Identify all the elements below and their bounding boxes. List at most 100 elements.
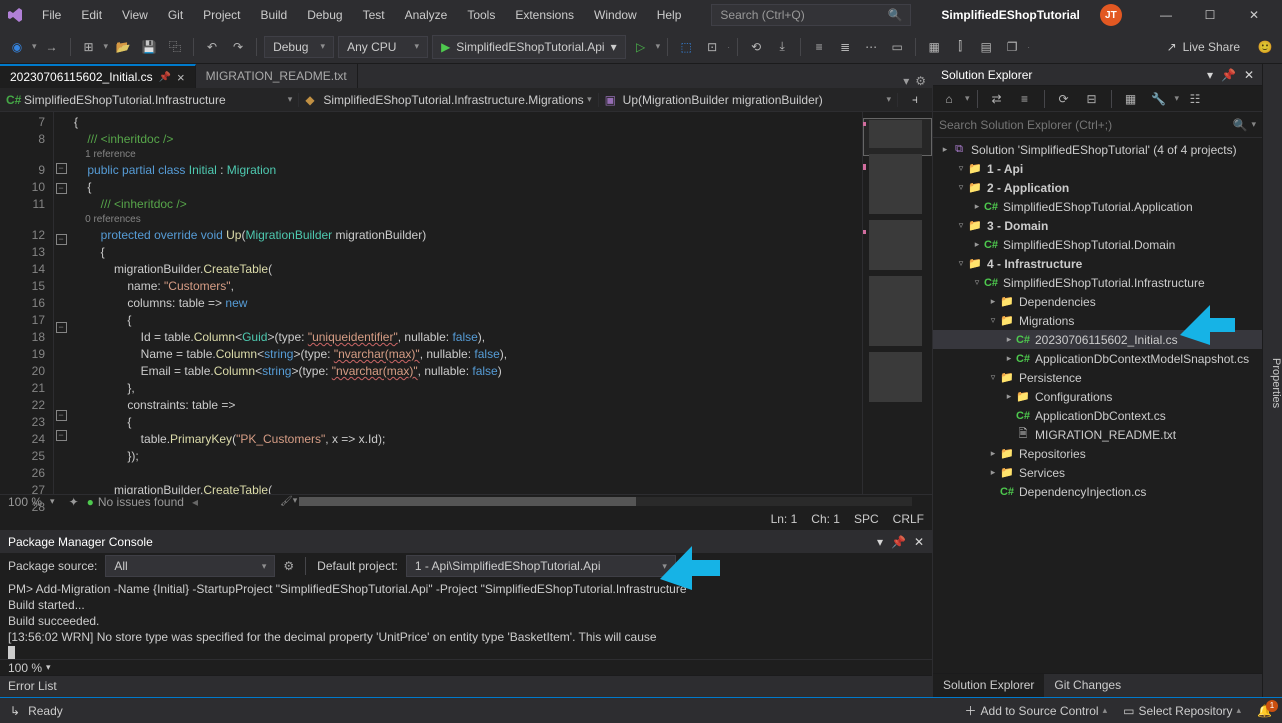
close-icon[interactable]: × xyxy=(177,71,185,84)
tree-node[interactable]: ▿📁Persistence xyxy=(933,368,1262,387)
tb-b[interactable]: ≣ xyxy=(834,36,856,58)
menu-tools[interactable]: Tools xyxy=(457,4,505,26)
error-list-tab[interactable]: Error List xyxy=(0,675,932,697)
config-combo[interactable]: Debug▾ xyxy=(264,36,334,58)
global-search[interactable]: Search (Ctrl+Q)🔍 xyxy=(711,4,911,26)
split-editor-icon[interactable]: ⫞ xyxy=(898,92,932,107)
home-icon[interactable]: ⌂ xyxy=(937,88,961,110)
gear-icon[interactable]: ⚙ xyxy=(283,559,294,573)
gear-icon[interactable]: ⚙ xyxy=(915,74,926,88)
close-icon[interactable]: ✕ xyxy=(914,535,924,549)
issues-indicator[interactable]: ●No issues found xyxy=(87,495,184,509)
tree-node[interactable]: ▸C#SimplifiedEShopTutorial.Domain xyxy=(933,235,1262,254)
line-ending[interactable]: CRLF xyxy=(893,512,924,526)
window-options-icon[interactable]: ▾ xyxy=(1207,68,1213,82)
tree-node[interactable]: ▸📁Repositories xyxy=(933,444,1262,463)
undo-icon[interactable]: ↶ xyxy=(201,36,223,58)
tree-node[interactable]: ▸⧉Solution 'SimplifiedEShopTutorial' (4 … xyxy=(933,140,1262,159)
tree-node[interactable]: ▸C#20230706115602_Initial.cs xyxy=(933,330,1262,349)
pkg-src-combo[interactable]: All▾ xyxy=(105,555,275,577)
new-project-icon[interactable]: ⊞ xyxy=(78,36,100,58)
tb-f[interactable]: ⫿ xyxy=(949,36,971,58)
tree-node[interactable]: ▸C#SimplifiedEShopTutorial.Application xyxy=(933,197,1262,216)
editor-scrollbar[interactable]: 100 %▾ ✦ ●No issues found ◂ 🖌 ▾ xyxy=(0,494,932,508)
show-all-icon[interactable]: ▦ xyxy=(1119,88,1143,110)
def-proj-combo[interactable]: 1 - Api\SimplifiedEShopTutorial.Api▾ xyxy=(406,555,676,577)
menu-build[interactable]: Build xyxy=(251,4,298,26)
tb-g[interactable]: ▤ xyxy=(975,36,997,58)
redo-icon[interactable]: ↷ xyxy=(227,36,249,58)
tab-initial-cs[interactable]: 20230706115602_Initial.cs📌× xyxy=(0,64,196,88)
add-source-control-button[interactable]: ＋Add to Source Control▴ xyxy=(965,702,1108,719)
select-repo-button[interactable]: ▭Select Repository▴ xyxy=(1123,704,1241,718)
menu-debug[interactable]: Debug xyxy=(297,4,352,26)
nav-member[interactable]: ▣Up(MigrationBuilder migrationBuilder)▾ xyxy=(599,93,898,107)
tree-node[interactable]: ▸📁Dependencies xyxy=(933,292,1262,311)
process-icon[interactable]: ⬚ xyxy=(675,36,697,58)
menu-project[interactable]: Project xyxy=(193,4,250,26)
indent-mode[interactable]: SPC xyxy=(854,512,879,526)
sx-tab-solution[interactable]: Solution Explorer xyxy=(933,674,1044,697)
sync-icon[interactable]: ⇄ xyxy=(985,88,1009,110)
minimap[interactable] xyxy=(862,112,932,494)
nav-fwd-icon[interactable]: → xyxy=(41,36,63,58)
pending-icon[interactable]: ≡ xyxy=(1013,88,1037,110)
collapse-icon[interactable]: ⊟ xyxy=(1080,88,1104,110)
nav-project[interactable]: C#SimplifiedEShopTutorial.Infrastructure… xyxy=(0,93,299,107)
close-button[interactable]: ✕ xyxy=(1232,0,1276,30)
tree-node[interactable]: ▿C#SimplifiedEShopTutorial.Infrastructur… xyxy=(933,273,1262,292)
code-editor[interactable]: 7891011121314151617181920212223242526272… xyxy=(0,112,932,494)
tree-node[interactable]: ▸C#ApplicationDbContextModelSnapshot.cs xyxy=(933,349,1262,368)
sx-search[interactable]: 🔍▾ xyxy=(933,112,1262,138)
tree-node[interactable]: ▸📁Configurations xyxy=(933,387,1262,406)
find-icon[interactable]: ⊡ xyxy=(701,36,723,58)
pmc-output[interactable]: PM> Add-Migration -Name {Initial} -Start… xyxy=(0,579,932,659)
tree-node[interactable]: C#ApplicationDbContext.cs xyxy=(933,406,1262,425)
menu-view[interactable]: View xyxy=(112,4,158,26)
menu-test[interactable]: Test xyxy=(353,4,395,26)
sx-tab-git[interactable]: Git Changes xyxy=(1044,674,1131,697)
tree-node[interactable]: ▿📁Migrations xyxy=(933,311,1262,330)
menu-file[interactable]: File xyxy=(32,4,71,26)
properties-icon[interactable]: 🔧 xyxy=(1147,88,1171,110)
menu-edit[interactable]: Edit xyxy=(71,4,112,26)
minimize-button[interactable]: — xyxy=(1144,0,1188,30)
step-icon[interactable]: ⤓ xyxy=(771,36,793,58)
save-icon[interactable]: 💾 xyxy=(138,36,160,58)
nav-back-icon[interactable]: ◉ xyxy=(6,36,28,58)
start-debug-button[interactable]: ▶SimplifiedEShopTutorial.Api▾ xyxy=(432,35,626,59)
pin-icon[interactable]: 📌 xyxy=(159,72,171,83)
maximize-button[interactable]: ☐ xyxy=(1188,0,1232,30)
pmc-action-icon[interactable]: ⤒ xyxy=(699,559,704,574)
refresh-icon[interactable]: ⟳ xyxy=(1052,88,1076,110)
browser-link-icon[interactable]: ⟲ xyxy=(745,36,767,58)
window-options-icon[interactable]: ▾ xyxy=(877,535,883,549)
tree-node[interactable]: 🗎MIGRATION_README.txt xyxy=(933,425,1262,444)
live-share-button[interactable]: ↗Live Share xyxy=(1157,40,1250,54)
tree-node[interactable]: ▿📁3 - Domain xyxy=(933,216,1262,235)
properties-tab[interactable]: Properties xyxy=(1262,64,1282,697)
tree-node[interactable]: ▿📁1 - Api xyxy=(933,159,1262,178)
feedback-icon[interactable]: 🙂 xyxy=(1254,36,1276,58)
start-no-debug-icon[interactable]: ▷ xyxy=(630,36,652,58)
close-icon[interactable]: ✕ xyxy=(1244,68,1254,82)
tb-c[interactable]: ⋯ xyxy=(860,36,882,58)
pin-icon[interactable]: 📌 xyxy=(1221,68,1236,82)
notifications-icon[interactable]: 🔔 xyxy=(1257,704,1272,718)
tb-a[interactable]: ≡ xyxy=(808,36,830,58)
tb-e[interactable]: ▦ xyxy=(923,36,945,58)
platform-combo[interactable]: Any CPU▾ xyxy=(338,36,428,58)
menu-git[interactable]: Git xyxy=(158,4,193,26)
tree-node[interactable]: ▿📁4 - Infrastructure xyxy=(933,254,1262,273)
tree-node[interactable]: C#DependencyInjection.cs xyxy=(933,482,1262,501)
tree-node[interactable]: ▸📁Services xyxy=(933,463,1262,482)
tab-migration-readme[interactable]: MIGRATION_README.txt xyxy=(196,64,358,88)
preview-icon[interactable]: ☷ xyxy=(1183,88,1207,110)
menu-help[interactable]: Help xyxy=(647,4,692,26)
tree-node[interactable]: ▿📁2 - Application xyxy=(933,178,1262,197)
tb-h[interactable]: ❐ xyxy=(1001,36,1023,58)
menu-extensions[interactable]: Extensions xyxy=(505,4,584,26)
open-file-icon[interactable]: 📂 xyxy=(112,36,134,58)
pin-icon[interactable]: 📌 xyxy=(891,535,906,549)
tb-d[interactable]: ▭ xyxy=(886,36,908,58)
